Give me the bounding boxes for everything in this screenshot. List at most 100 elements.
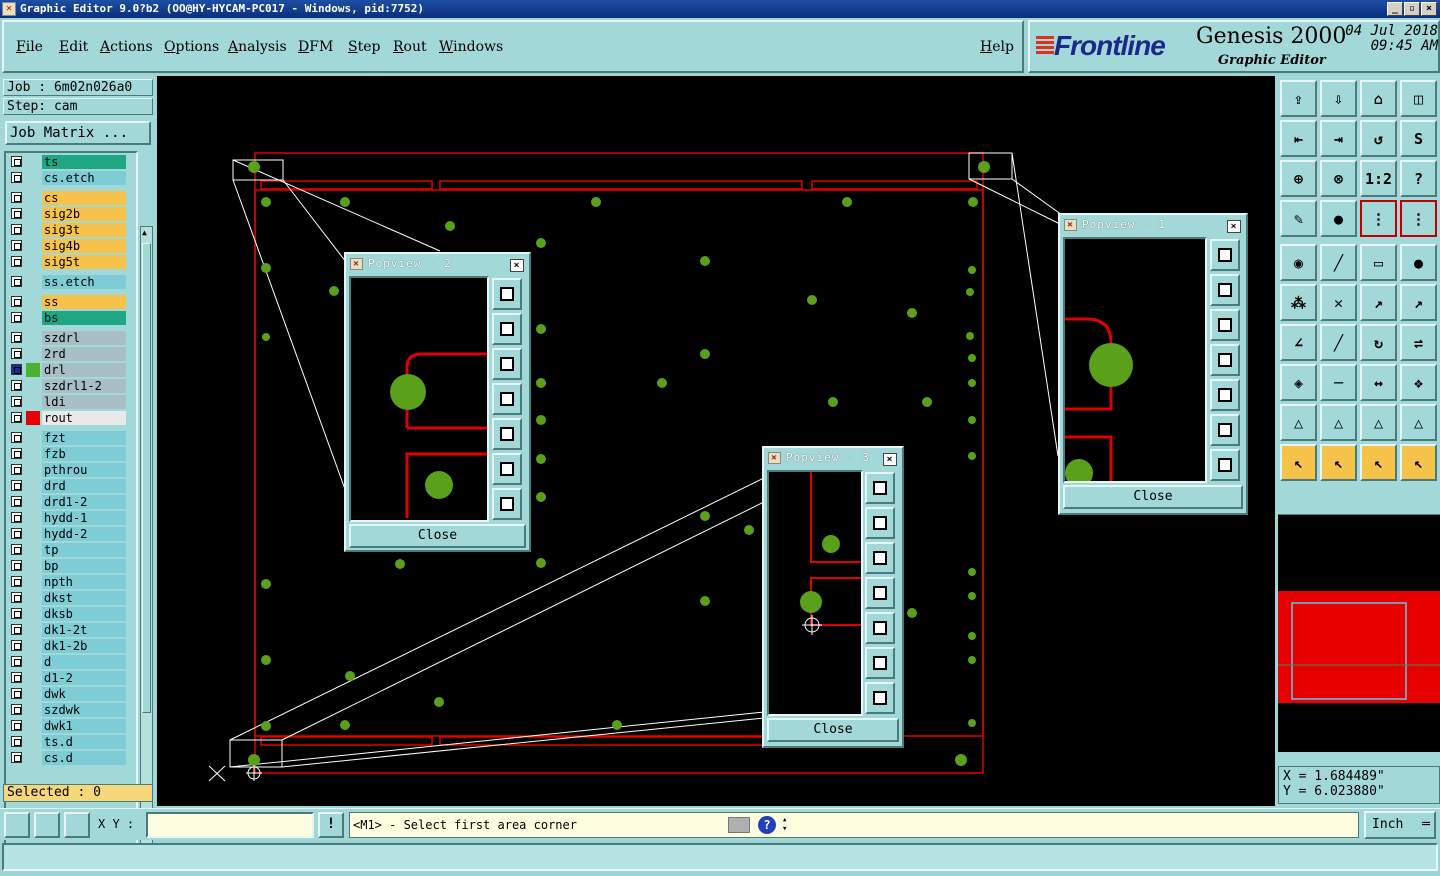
layer-row[interactable]: sig5t <box>6 255 136 269</box>
layer-checkbox[interactable] <box>11 276 22 287</box>
measure-icon[interactable] <box>34 812 60 838</box>
popview-pan-right-icon[interactable] <box>1210 379 1240 411</box>
layer-row[interactable]: d <box>6 655 136 669</box>
layer-color-swatch[interactable] <box>26 655 40 669</box>
layer-color-swatch[interactable] <box>26 719 40 733</box>
layer-name[interactable]: dwk1 <box>42 719 126 733</box>
scale-1-2-icon[interactable]: 1:2 <box>1360 160 1397 197</box>
layer-name[interactable]: npth <box>42 575 126 589</box>
popview-zoom-home-icon[interactable] <box>492 278 522 310</box>
layer-name[interactable]: dkst <box>42 591 126 605</box>
layer-name[interactable]: 2rd <box>42 347 126 361</box>
layer-name[interactable]: ts.d <box>42 735 126 749</box>
layer-name[interactable]: hydd-2 <box>42 527 126 541</box>
layer-row[interactable]: dwk1 <box>6 719 136 733</box>
close-button[interactable]: × <box>1421 2 1437 16</box>
zoom-center-icon[interactable]: ⊗ <box>1320 160 1357 197</box>
select-arrow-icon[interactable]: ↖ <box>1280 444 1317 481</box>
layer-checkbox[interactable] <box>11 296 22 307</box>
layer-name[interactable]: d <box>42 655 126 669</box>
layer-checkbox[interactable] <box>11 624 22 635</box>
popview-pan-left-icon[interactable] <box>865 577 895 609</box>
layer-color-swatch[interactable] <box>26 311 40 325</box>
layer-checkbox[interactable] <box>11 240 22 251</box>
layer-checkbox[interactable] <box>11 172 22 183</box>
layer-checkbox[interactable] <box>11 364 22 375</box>
layer-row[interactable]: npth <box>6 575 136 589</box>
layer-checkbox[interactable] <box>11 752 22 763</box>
popview-close-icon[interactable]: × <box>1227 220 1241 233</box>
angle-icon[interactable]: ∠ <box>1280 324 1317 361</box>
layer-checkbox[interactable] <box>11 640 22 651</box>
popview-zoom-out-icon[interactable] <box>492 488 522 520</box>
layer-name[interactable]: dk1-2t <box>42 623 126 637</box>
scroll-up-icon[interactable]: ▲ <box>142 228 147 238</box>
popview-pan-left-icon[interactable] <box>1210 344 1240 376</box>
layer-checkbox[interactable] <box>11 312 22 323</box>
layer-name[interactable]: tp <box>42 543 126 557</box>
layer-name[interactable]: cs <box>42 191 126 205</box>
layer-row[interactable]: drl <box>6 363 136 377</box>
popview-canvas[interactable] <box>1063 237 1207 487</box>
layer-name[interactable]: pthrou <box>42 463 126 477</box>
layer-color-swatch[interactable] <box>26 191 40 205</box>
layer-color-swatch[interactable] <box>26 703 40 717</box>
layer-checkbox[interactable] <box>11 592 22 603</box>
menu-options[interactable]: Options <box>164 39 219 55</box>
layer-color-swatch[interactable] <box>26 591 40 605</box>
node-icon[interactable]: ⁂ <box>1280 284 1317 321</box>
layer-row[interactable]: dksb <box>6 607 136 621</box>
layer-row[interactable]: fzt <box>6 431 136 445</box>
layer-row[interactable]: fzb <box>6 447 136 461</box>
popview-zoom-out-icon[interactable] <box>1210 449 1240 481</box>
split-view-icon[interactable]: ◫ <box>1400 80 1437 117</box>
popview-zoom-home-icon[interactable] <box>865 472 895 504</box>
popview-2[interactable]: ✕ Popview - 2 × Close <box>344 252 531 552</box>
layer-name[interactable]: drl <box>42 363 126 377</box>
redo-zoom-icon[interactable]: ↺ <box>1360 120 1397 157</box>
tools-icon[interactable]: ✎ <box>1280 200 1317 237</box>
layer-name[interactable]: sig3t <box>42 223 126 237</box>
layer-name[interactable]: ldi <box>42 395 126 409</box>
layer-row[interactable]: hydd-2 <box>6 527 136 541</box>
triangle-a-icon[interactable]: △ <box>1280 404 1317 441</box>
popview-1[interactable]: ✕ Popview - 1 × Close <box>1058 213 1248 515</box>
minimize-button[interactable]: _ <box>1387 2 1403 16</box>
layer-checkbox[interactable] <box>11 672 22 683</box>
layer-row[interactable]: ts.d <box>6 735 136 749</box>
select-multi-icon[interactable]: ↖ <box>1360 444 1397 481</box>
popview-zoom-out-icon[interactable] <box>865 682 895 714</box>
layer-checkbox[interactable] <box>11 704 22 715</box>
snap-s-icon[interactable]: S <box>1400 120 1437 157</box>
route-b-icon[interactable]: ↗ <box>1400 284 1437 321</box>
layer-row[interactable]: cs.etch <box>6 171 136 185</box>
popview-close-button[interactable]: Close <box>767 718 899 742</box>
layer-row[interactable]: sig4b <box>6 239 136 253</box>
help-icon[interactable]: ? <box>758 816 776 834</box>
triangle-d-icon[interactable]: △ <box>1400 404 1437 441</box>
popview-zoom-home-icon[interactable] <box>1210 239 1240 271</box>
layer-color-swatch[interactable] <box>26 363 40 377</box>
layer-row[interactable]: rout <box>6 411 136 425</box>
xy-input[interactable] <box>146 812 314 838</box>
layer-name[interactable]: fzb <box>42 447 126 461</box>
zoom-window-icon[interactable]: ⇩ <box>1320 80 1357 117</box>
measure-icon[interactable]: ↔ <box>1360 364 1397 401</box>
layer-color-swatch[interactable] <box>26 447 40 461</box>
keyboard-icon[interactable] <box>728 817 750 833</box>
net-b-icon[interactable]: ⋮ <box>1400 200 1437 237</box>
arc-icon[interactable]: ↻ <box>1360 324 1397 361</box>
popview-pan-right-icon[interactable] <box>865 612 895 644</box>
layer-name[interactable]: ss <box>42 295 126 309</box>
layer-checkbox[interactable] <box>11 544 22 555</box>
layer-name[interactable]: rout <box>42 411 126 425</box>
layer-row[interactable]: dk1-2t <box>6 623 136 637</box>
maximize-button[interactable]: ▫ <box>1404 2 1420 16</box>
menu-step[interactable]: Step <box>348 39 380 55</box>
layer-checkbox[interactable] <box>11 432 22 443</box>
popview-zoom-in-icon[interactable] <box>492 453 522 485</box>
popview-close-icon[interactable]: × <box>883 453 897 466</box>
layer-color-swatch[interactable] <box>26 295 40 309</box>
layer-color-swatch[interactable] <box>26 495 40 509</box>
popview-canvas[interactable] <box>767 470 863 716</box>
